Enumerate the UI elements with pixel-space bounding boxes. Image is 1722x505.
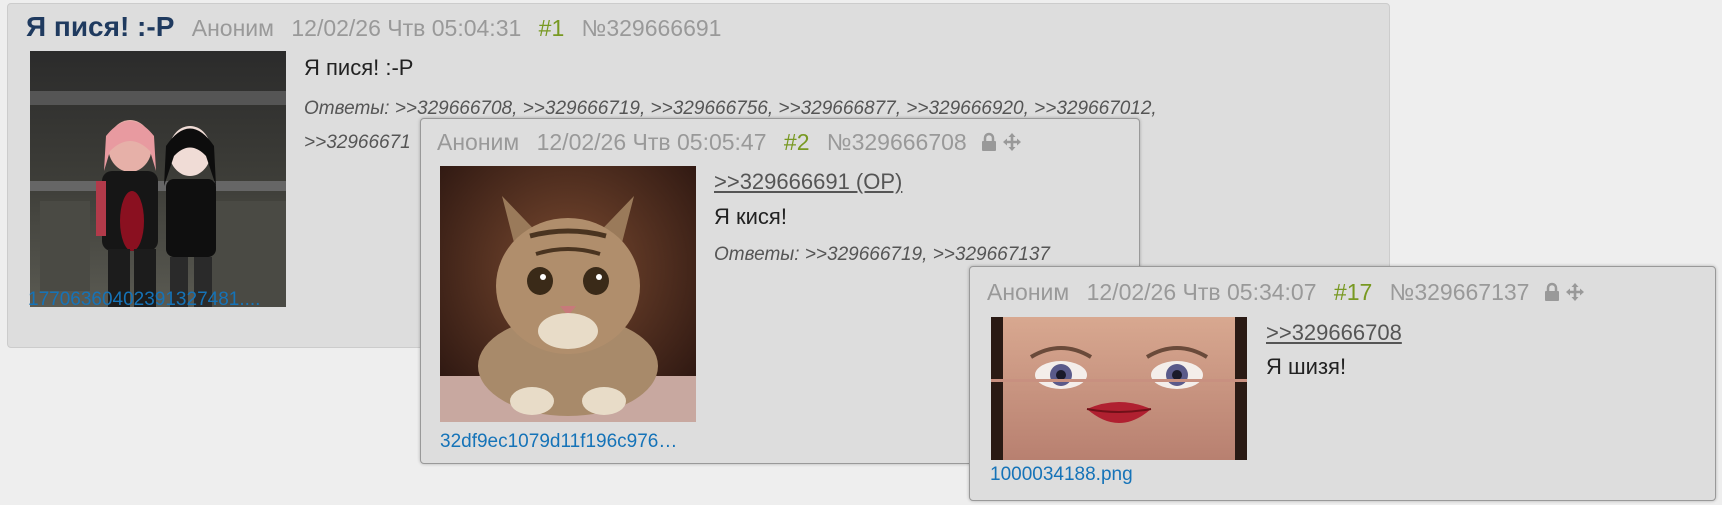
post-author: Аноним bbox=[437, 129, 520, 155]
post-author: Аноним bbox=[191, 15, 274, 41]
reply-preview-popup-nested: Аноним 12/02/26 Чтв 05:34:07 #17 №329667… bbox=[969, 266, 1716, 501]
answer-link[interactable]: >>32966671 bbox=[304, 132, 411, 153]
answers-label: Ответы: bbox=[304, 98, 390, 119]
popup-post-header: Аноним 12/02/26 Чтв 05:34:07 #17 №329667… bbox=[987, 279, 1596, 306]
answer-link[interactable]: >>329666719 bbox=[805, 244, 922, 265]
op-file-link[interactable]: 17706360402391327481.... bbox=[28, 289, 274, 311]
post-number[interactable]: №329666691 bbox=[582, 15, 722, 41]
move-icon[interactable] bbox=[1565, 282, 1585, 302]
move-icon[interactable] bbox=[1002, 132, 1022, 152]
post-number[interactable]: №329667137 bbox=[1390, 279, 1530, 305]
post-date: 12/02/26 Чтв 05:05:47 bbox=[536, 129, 767, 155]
post-message: Я пися! :-P bbox=[304, 55, 414, 80]
reply-to-link[interactable]: >>329666691 (OP) bbox=[714, 169, 902, 195]
post-number[interactable]: №329666708 bbox=[827, 129, 967, 155]
post-date: 12/02/26 Чтв 05:04:31 bbox=[291, 15, 522, 41]
answer-link[interactable]: >>329666920 bbox=[906, 98, 1023, 119]
post-title: Я пися! :-P bbox=[26, 11, 175, 42]
popup-thumbnail[interactable] bbox=[991, 317, 1247, 460]
reply-to-link[interactable]: >>329666708 bbox=[1266, 320, 1402, 346]
post-icons bbox=[1542, 282, 1585, 302]
post-order-number[interactable]: #1 bbox=[539, 15, 565, 41]
answer-link[interactable]: >>329667012 bbox=[1034, 98, 1151, 119]
answers-label: Ответы: bbox=[714, 244, 800, 265]
lock-icon[interactable] bbox=[979, 132, 999, 152]
popup-post-header: Аноним 12/02/26 Чтв 05:05:47 #2 №3296667… bbox=[437, 129, 1033, 156]
photo-face-image bbox=[991, 317, 1247, 460]
op-thumbnail[interactable] bbox=[30, 51, 286, 307]
answer-link[interactable]: >>329666708 bbox=[395, 98, 512, 119]
answer-link[interactable]: >>329666756 bbox=[651, 98, 768, 119]
answer-link[interactable]: >>329666719 bbox=[523, 98, 640, 119]
photo-kitten-image bbox=[440, 166, 696, 422]
post-answers: Ответы: >>329666719, >>329667137 bbox=[714, 244, 1050, 265]
post-answers-line2: >>32966671 bbox=[304, 132, 411, 154]
post-date: 12/02/26 Чтв 05:34:07 bbox=[1086, 279, 1317, 305]
lock-icon[interactable] bbox=[1542, 282, 1562, 302]
post-order-number[interactable]: #2 bbox=[784, 129, 810, 155]
post-icons bbox=[979, 132, 1022, 152]
popup-thumbnail[interactable] bbox=[440, 166, 696, 422]
post-message: Я шизя! bbox=[1266, 354, 1347, 379]
post-author: Аноним bbox=[987, 279, 1070, 305]
photo-two-girls-image bbox=[30, 51, 286, 307]
answer-link[interactable]: >>329666877 bbox=[778, 98, 895, 119]
post-message: Я кися! bbox=[714, 204, 787, 229]
answer-link[interactable]: >>329667137 bbox=[933, 244, 1050, 265]
popup-file-link[interactable]: 32df9ec1079d11f196c976… bbox=[440, 431, 696, 453]
post-order-number[interactable]: #17 bbox=[1334, 279, 1372, 305]
post-answers: Ответы: >>329666708, >>329666719, >>3296… bbox=[304, 98, 1157, 119]
op-post-header: Я пися! :-P Аноним 12/02/26 Чтв 05:04:31… bbox=[26, 11, 732, 43]
popup-file-link[interactable]: 1000034188.png bbox=[990, 464, 1246, 486]
